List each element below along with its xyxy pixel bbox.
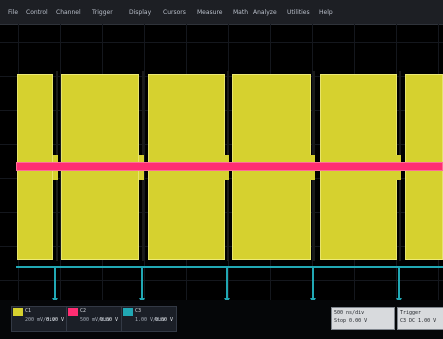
menu-math[interactable]: Math [233, 8, 248, 18]
pink-waveform-trace [16, 162, 443, 171]
menu-cursors[interactable]: Cursors [163, 8, 186, 18]
channel-2-label: C2 [80, 308, 87, 314]
menu-trigger[interactable]: Trigger [92, 8, 113, 18]
cyan-waveform-baseline [16, 266, 443, 268]
trigger-title: Trigger [400, 310, 422, 316]
transition-marker [224, 171, 229, 180]
menu-analyze[interactable]: Analyze [253, 8, 277, 18]
oscilloscope-screen: File Control Channel Trigger Display Cur… [0, 0, 443, 339]
cyan-pulse [54, 266, 56, 300]
transition-marker [53, 171, 58, 180]
trigger-setting: C3 DC 1.00 V [400, 318, 437, 324]
channel-2-offset: 0.00 V [99, 317, 118, 323]
timebase-status: Stop 0.00 V [334, 318, 368, 324]
channel-3-box[interactable]: C3 1.00 V/div 0.00 V [121, 306, 177, 332]
channel-1-label: C1 [25, 308, 32, 314]
channel-1-box[interactable]: C1 200 mV/div 0.00 V [11, 306, 68, 332]
cyan-pulse [141, 266, 143, 300]
transition-marker [139, 171, 144, 180]
cyan-pulse [312, 266, 314, 300]
channel-2-box[interactable]: C2 500 mV/div 0.00 V [66, 306, 122, 332]
channel-1-color-swatch [13, 308, 23, 316]
channel-3-color-swatch [123, 308, 133, 316]
trigger-panel[interactable]: Trigger C3 DC 1.00 V [397, 307, 443, 330]
waveform-display[interactable] [0, 24, 443, 303]
menu-measure[interactable]: Measure [197, 8, 223, 18]
transition-marker [310, 171, 315, 180]
menu-channel[interactable]: Channel [56, 8, 81, 18]
channel-1-offset: 0.00 V [45, 317, 64, 323]
menu-file[interactable]: File [8, 8, 18, 18]
menu-display[interactable]: Display [129, 8, 151, 18]
transition-marker [396, 171, 401, 180]
menu-control[interactable]: Control [26, 8, 48, 18]
menu-help[interactable]: Help [319, 8, 333, 18]
cyan-pulse [226, 266, 228, 300]
channel-2-color-swatch [68, 308, 78, 316]
menu-utilities[interactable]: Utilities [287, 8, 310, 18]
timebase-panel[interactable]: 500 ns/div Stop 0.00 V [331, 307, 395, 330]
timebase-scale: 500 ns/div [334, 310, 365, 316]
menu-bar: File Control Channel Trigger Display Cur… [0, 0, 443, 25]
cyan-pulse [398, 266, 400, 300]
channel-3-offset: 0.00 V [154, 317, 173, 323]
channel-3-label: C3 [135, 308, 142, 314]
